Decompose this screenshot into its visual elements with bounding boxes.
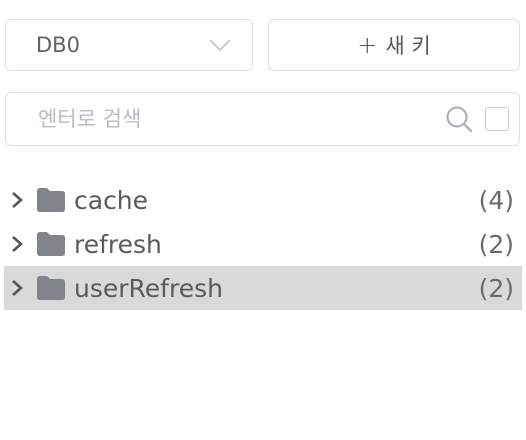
new-key-button[interactable]: + 새 키	[268, 19, 520, 71]
tree-item-userrefresh[interactable]: userRefresh (2)	[4, 266, 522, 310]
db-select-value: DB0	[36, 33, 80, 57]
tree-item-cache[interactable]: cache (4)	[4, 178, 522, 222]
tree-item-count: (2)	[478, 273, 514, 303]
tree-item-refresh[interactable]: refresh (2)	[4, 222, 522, 266]
search-box	[5, 92, 520, 146]
folder-icon	[37, 188, 65, 212]
search-icon[interactable]	[445, 105, 473, 133]
new-key-label: 새 키	[385, 34, 431, 58]
tree-item-count: (2)	[478, 229, 514, 259]
chevron-down-icon	[209, 39, 231, 52]
chevron-right-icon[interactable]	[10, 234, 24, 254]
chevron-right-icon[interactable]	[10, 190, 24, 210]
db-select[interactable]: DB0	[5, 19, 253, 71]
tree-item-label: userRefresh	[74, 273, 223, 303]
folder-icon	[37, 232, 65, 256]
tree-item-label: cache	[74, 185, 149, 215]
tree-item-label: refresh	[74, 229, 162, 259]
key-tree: cache (4) refresh (2) userRefresh (2)	[4, 178, 522, 310]
tree-item-count: (4)	[478, 185, 514, 215]
exact-match-checkbox[interactable]	[485, 107, 509, 131]
chevron-right-icon[interactable]	[10, 278, 24, 298]
plus-icon: +	[357, 31, 378, 59]
folder-icon	[37, 276, 65, 300]
search-input[interactable]	[36, 106, 445, 132]
